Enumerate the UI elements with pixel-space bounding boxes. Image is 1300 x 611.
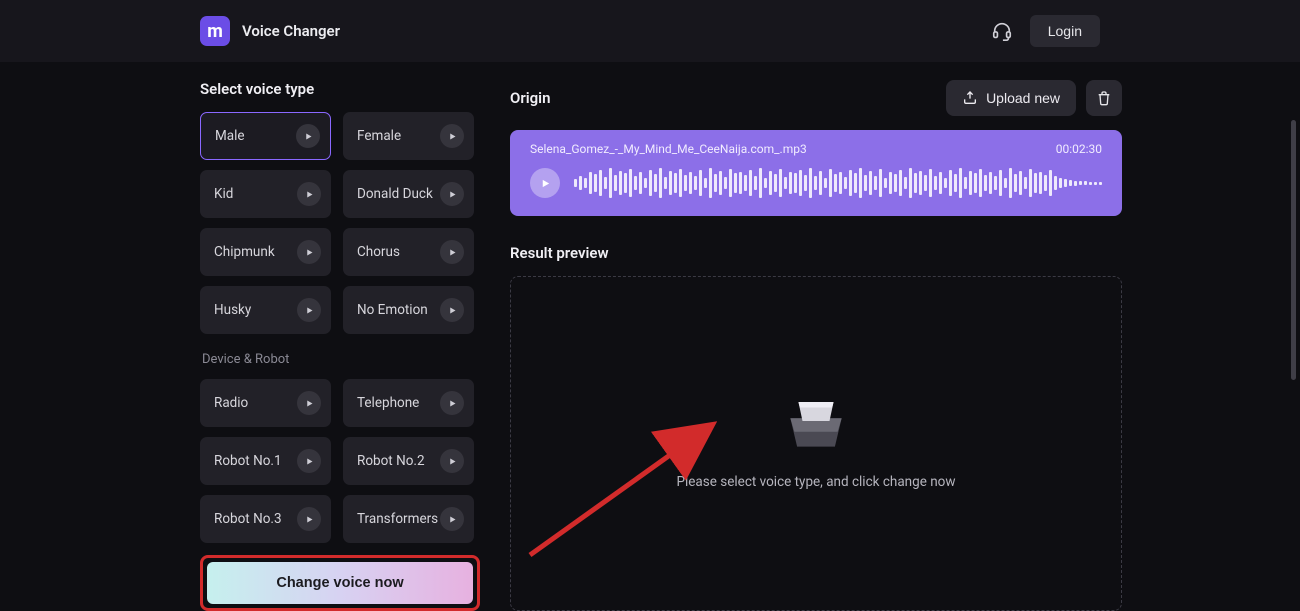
voice-option-kid[interactable]: Kid — [200, 170, 331, 218]
voice-option-telephone[interactable]: Telephone — [343, 379, 474, 427]
select-voice-title: Select voice type — [200, 80, 480, 98]
play-icon — [304, 132, 313, 141]
topbar-right: Login — [988, 15, 1100, 47]
preview-play-button[interactable] — [440, 124, 464, 148]
preview-play-button[interactable] — [440, 298, 464, 322]
preview-play-button[interactable] — [440, 182, 464, 206]
sidebar: Select voice type Male Female Kid Donald Du… — [200, 80, 480, 611]
result-preview-box: Please select voice type, and click chan… — [510, 276, 1122, 611]
voice-label: Robot No.3 — [214, 511, 282, 527]
play-icon — [305, 457, 314, 466]
voice-option-robot-no-1[interactable]: Robot No.1 — [200, 437, 331, 485]
play-audio-button[interactable] — [530, 168, 560, 198]
play-icon — [448, 399, 457, 408]
preview-play-button[interactable] — [440, 507, 464, 531]
preview-play-button[interactable] — [297, 182, 321, 206]
play-icon — [305, 399, 314, 408]
voice-label: Robot No.1 — [214, 453, 282, 469]
origin-title: Origin — [510, 89, 550, 107]
play-icon — [448, 515, 457, 524]
voice-option-donald-duck[interactable]: Donald Duck — [343, 170, 474, 218]
play-icon — [448, 190, 457, 199]
preview-play-button[interactable] — [297, 449, 321, 473]
main-panel: Origin Upload new Selena_Gomez_ — [510, 80, 1122, 611]
voice-option-husky[interactable]: Husky — [200, 286, 331, 334]
upload-new-label: Upload new — [986, 90, 1060, 106]
voice-option-chorus[interactable]: Chorus — [343, 228, 474, 276]
login-button[interactable]: Login — [1030, 15, 1100, 47]
play-icon — [540, 178, 551, 189]
voice-label: No Emotion — [357, 302, 428, 318]
preview-play-button[interactable] — [297, 391, 321, 415]
result-title: Result preview — [510, 244, 1122, 262]
play-icon — [448, 306, 457, 315]
play-icon — [448, 457, 457, 466]
voice-option-female[interactable]: Female — [343, 112, 474, 160]
voice-list: Male Female Kid Donald Duck Chipmunk Chorus Hu… — [200, 112, 480, 549]
play-icon — [305, 190, 314, 199]
voice-label: Husky — [214, 302, 251, 318]
support-icon[interactable] — [988, 17, 1016, 45]
change-voice-button[interactable]: Change voice now — [207, 562, 473, 604]
voice-label: Chipmunk — [214, 244, 275, 260]
voice-option-radio[interactable]: Radio — [200, 379, 331, 427]
voice-option-chipmunk[interactable]: Chipmunk — [200, 228, 331, 276]
preview-play-button[interactable] — [297, 507, 321, 531]
voice-option-robot-no-2[interactable]: Robot No.2 — [343, 437, 474, 485]
app-title: Voice Changer — [242, 22, 340, 40]
voice-label: Robot No.2 — [357, 453, 425, 469]
voice-label: Transformers — [357, 511, 438, 527]
play-icon — [305, 248, 314, 257]
delete-button[interactable] — [1086, 80, 1122, 116]
audio-card: Selena_Gomez_-_My_Mind_Me_CeeNaija.com_.… — [510, 130, 1122, 216]
play-icon — [448, 132, 457, 141]
voice-option-robot-no-3[interactable]: Robot No.3 — [200, 495, 331, 543]
empty-tray-icon — [780, 398, 852, 452]
voice-label: Male — [215, 128, 245, 144]
voice-label: Telephone — [357, 395, 419, 411]
preview-play-button[interactable] — [440, 449, 464, 473]
voice-option-transformers[interactable]: Transformers — [343, 495, 474, 543]
play-icon — [305, 515, 314, 524]
preview-play-button[interactable] — [440, 391, 464, 415]
upload-icon — [962, 90, 978, 106]
voice-label: Radio — [214, 395, 248, 411]
preview-play-button[interactable] — [296, 124, 320, 148]
voice-label: Chorus — [357, 244, 400, 260]
preview-play-button[interactable] — [297, 298, 321, 322]
voice-label: Female — [357, 128, 401, 144]
topbar: m Voice Changer Login — [0, 0, 1300, 62]
audio-duration: 00:02:30 — [1056, 142, 1102, 156]
voice-option-male[interactable]: Male — [200, 112, 331, 160]
trash-icon — [1096, 90, 1112, 106]
topbar-left: m Voice Changer — [200, 16, 340, 46]
result-help-text: Please select voice type, and click chan… — [676, 474, 955, 490]
voice-label: Kid — [214, 186, 233, 202]
preview-play-button[interactable] — [440, 240, 464, 264]
play-icon — [448, 248, 457, 257]
voice-option-no-emotion[interactable]: No Emotion — [343, 286, 474, 334]
app-logo: m — [200, 16, 230, 46]
waveform[interactable] — [574, 166, 1102, 200]
page-scrollbar[interactable] — [1291, 120, 1296, 380]
upload-new-button[interactable]: Upload new — [946, 80, 1076, 116]
play-icon — [305, 306, 314, 315]
voice-label: Donald Duck — [357, 186, 433, 202]
group-device-label: Device & Robot — [202, 352, 474, 367]
cta-highlight-frame: Change voice now — [200, 555, 480, 611]
preview-play-button[interactable] — [297, 240, 321, 264]
audio-filename: Selena_Gomez_-_My_Mind_Me_CeeNaija.com_.… — [530, 142, 807, 156]
